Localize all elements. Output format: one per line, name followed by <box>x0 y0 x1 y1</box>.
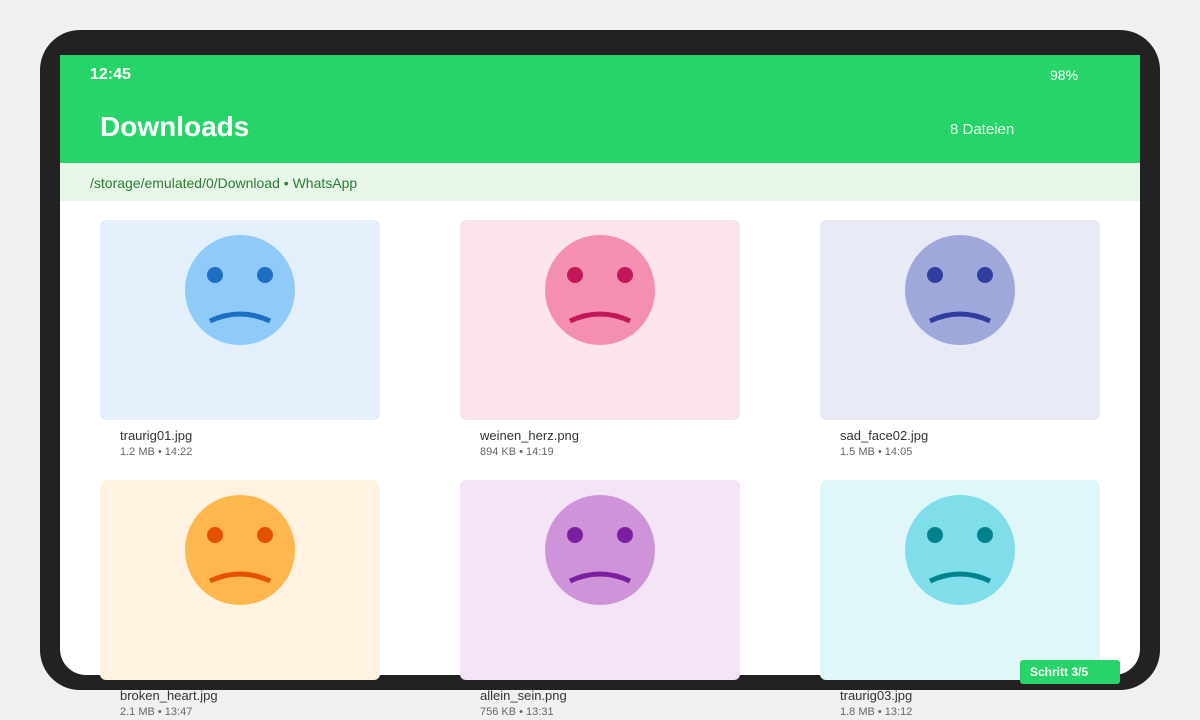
file-name: allein_sein.png <box>480 688 567 703</box>
file-name: weinen_herz.png <box>480 428 580 443</box>
file-meta: 1.5 MB • 14:05 <box>840 446 913 458</box>
file-name: traurig01.jpg <box>120 428 193 443</box>
sad-face-icon <box>905 235 1015 345</box>
file-name: sad_face02.jpg <box>840 428 929 443</box>
file-meta: 2.1 MB • 13:47 <box>120 706 193 718</box>
file-thumbnail[interactable] <box>460 220 740 420</box>
breadcrumb: /storage/emulated/0/Download • WhatsApp <box>90 175 358 191</box>
file-meta: 1.2 MB • 14:22 <box>120 446 193 458</box>
file-thumbnail[interactable] <box>820 480 1100 680</box>
page-title: Downloads <box>100 111 250 142</box>
step-badge: Schritt 3/5 <box>1020 660 1120 684</box>
app-header <box>60 55 1140 163</box>
file-thumbnail[interactable] <box>100 220 380 420</box>
file-count: 8 Dateien <box>950 121 1015 138</box>
sad-face-icon <box>905 495 1015 605</box>
sad-face-icon <box>545 495 655 605</box>
file-name: traurig03.jpg <box>840 688 913 703</box>
file-thumbnail[interactable] <box>460 480 740 680</box>
file-thumbnail[interactable] <box>100 480 380 680</box>
file-thumbnail[interactable] <box>820 220 1100 420</box>
file-name: broken_heart.jpg <box>120 688 218 703</box>
sad-face-icon <box>185 495 295 605</box>
sad-face-icon <box>545 235 655 345</box>
sad-face-icon <box>185 235 295 345</box>
file-meta: 894 KB • 14:19 <box>480 446 554 458</box>
status-battery: 98% <box>1050 67 1079 83</box>
file-meta: 1.8 MB • 13:12 <box>840 706 913 718</box>
file-meta: 756 KB • 13:31 <box>480 706 554 718</box>
status-time: 12:45 <box>90 66 131 83</box>
